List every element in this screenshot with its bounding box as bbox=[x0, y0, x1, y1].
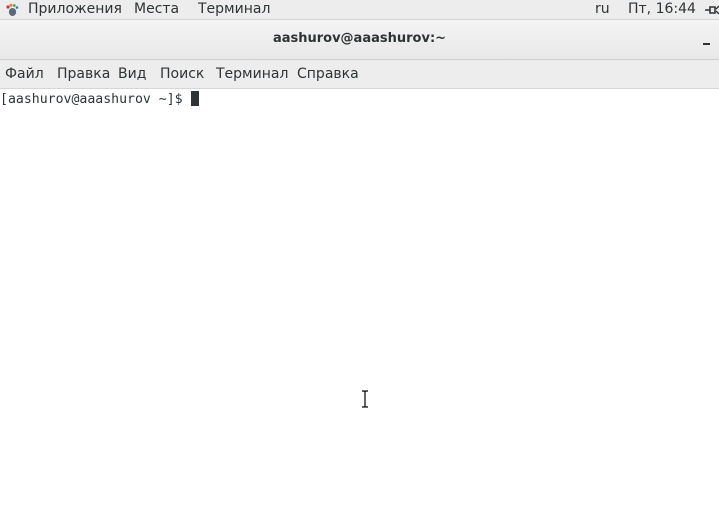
text-cursor-ibeam-icon bbox=[362, 390, 368, 408]
menu-file[interactable]: Файл bbox=[5, 66, 44, 83]
applications-menu[interactable]: Приложения bbox=[28, 1, 122, 18]
minimize-icon[interactable] bbox=[698, 34, 716, 48]
shell-prompt: [aashurov@aaashurov ~]$ bbox=[0, 92, 191, 107]
terminal-app-menu[interactable]: Терминал bbox=[198, 1, 270, 18]
top-panel: Приложения Места Терминал ru Пт, 16:44 bbox=[0, 0, 719, 20]
menu-help[interactable]: Справка bbox=[297, 66, 359, 83]
terminal-area[interactable]: [aashurov@aaashurov ~]$ bbox=[0, 89, 719, 528]
text-cursor-block bbox=[190, 91, 199, 106]
menu-bar: Файл Правка Вид Поиск Терминал Справка bbox=[0, 60, 719, 89]
keyboard-layout-indicator[interactable]: ru bbox=[595, 1, 610, 18]
gnome-foot-icon bbox=[6, 3, 19, 16]
prompt-line: [aashurov@aaashurov ~]$ bbox=[0, 91, 199, 108]
places-menu[interactable]: Места bbox=[134, 1, 179, 18]
clock[interactable]: Пт, 16:44 bbox=[628, 1, 696, 18]
menu-terminal[interactable]: Терминал bbox=[216, 66, 288, 83]
menu-search[interactable]: Поиск bbox=[160, 66, 204, 83]
window-title: aashurov@aaashurov:~ bbox=[272, 31, 447, 46]
window-titlebar[interactable]: aashurov@aaashurov:~ bbox=[0, 20, 719, 60]
menu-edit[interactable]: Правка bbox=[57, 66, 110, 83]
menu-view[interactable]: Вид bbox=[118, 66, 146, 83]
system-status-icon[interactable] bbox=[704, 3, 719, 17]
